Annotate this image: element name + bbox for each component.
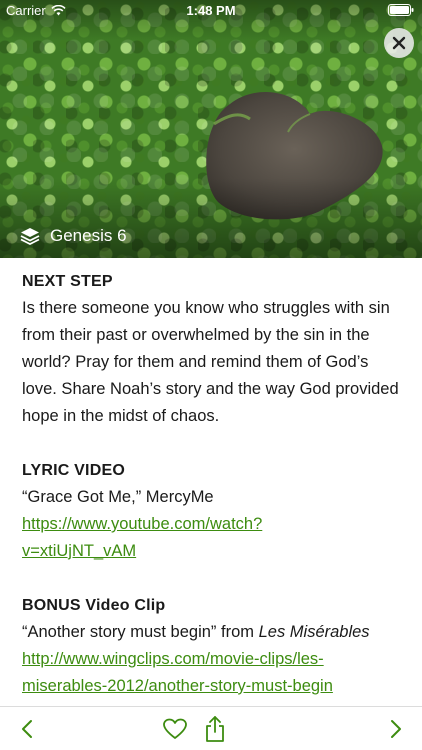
previous-button[interactable] — [13, 715, 41, 743]
favorite-button[interactable] — [161, 715, 189, 743]
close-button[interactable] — [384, 28, 414, 58]
bonus-clip-link-line1[interactable]: http://www.wingclips.com/movie-clips/les… — [22, 646, 406, 673]
next-step-title: NEXT STEP — [22, 273, 113, 290]
hero-bottom-fade — [0, 178, 422, 258]
bonus-clip-caption-italic: Les Misérables — [258, 623, 370, 641]
chapter-tag: Genesis 6 — [20, 226, 127, 246]
battery-icon — [388, 4, 414, 16]
chevron-left-icon — [22, 720, 32, 738]
hero-image — [0, 0, 422, 258]
bonus-clip-link-line2[interactable]: miserables-2012/another-story-must-begin — [22, 673, 406, 700]
layers-icon — [20, 228, 40, 245]
share-icon — [206, 716, 224, 742]
chapter-label: Genesis 6 — [50, 226, 127, 245]
chevron-right-icon — [391, 720, 401, 738]
bonus-clip-link[interactable]: http://www.wingclips.com/movie-clips/les… — [22, 646, 406, 700]
lyric-video-caption: “Grace Got Me,” MercyMe — [22, 488, 214, 506]
lyric-video-title: LYRIC VIDEO — [22, 462, 125, 479]
bonus-clip-caption: “Another story must begin” from Les Misé… — [22, 619, 406, 646]
status-time: 1:48 PM — [186, 3, 236, 18]
next-button[interactable] — [382, 715, 410, 743]
lyric-video-link-line1[interactable]: https://www.youtube.com/watch? — [22, 511, 406, 538]
next-step-body: Is there someone you know who struggles … — [22, 299, 399, 425]
status-right — [388, 4, 414, 19]
share-button[interactable] — [201, 715, 229, 743]
status-bar: Carrier 1:48 PM — [0, 0, 422, 22]
heart-icon — [163, 718, 187, 739]
bonus-clip-caption-text: “Another story must begin” from — [22, 623, 259, 641]
devotional-content: NEXT STEP Is there someone you know who … — [22, 268, 406, 700]
close-icon — [392, 36, 406, 50]
lyric-video-link[interactable]: https://www.youtube.com/watch? v=xtiUjNT… — [22, 511, 406, 565]
lyric-video-link-line2[interactable]: v=xtiUjNT_vAM — [22, 538, 406, 565]
bonus-clip-title: BONUS Video Clip — [22, 597, 166, 614]
bottom-toolbar — [0, 706, 422, 750]
